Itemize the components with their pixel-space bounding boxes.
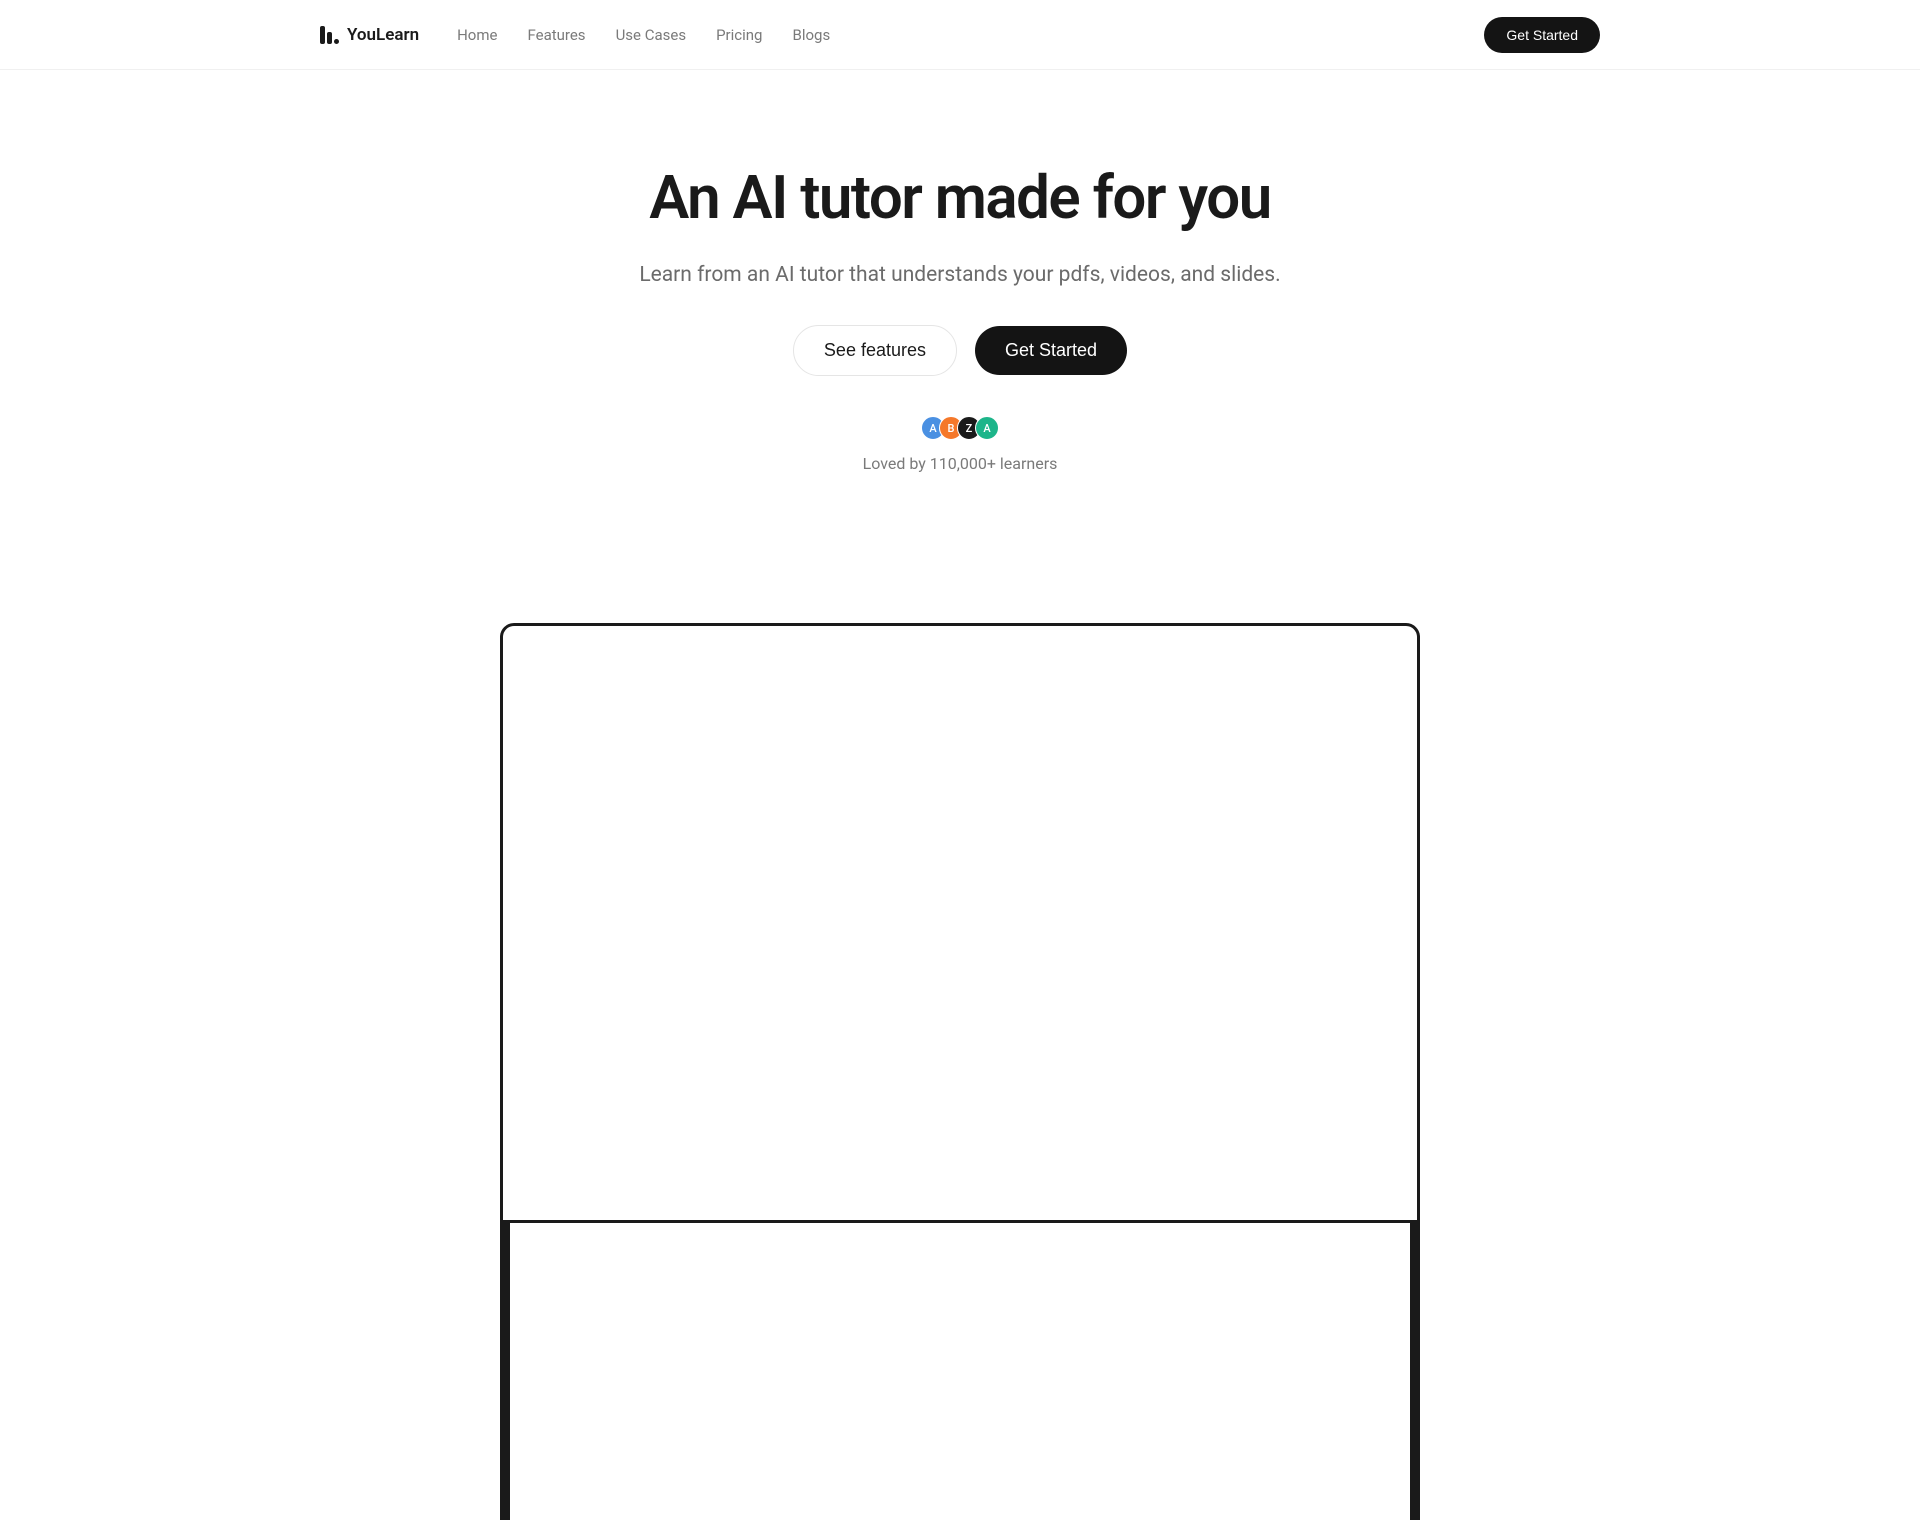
hero: An AI tutor made for you Learn from an A… [0,70,1920,473]
logo-text: YouLearn [347,25,419,45]
navbar: YouLearn Home Features Use Cases Pricing… [0,0,1920,70]
social-proof-text: Loved by 110,000+ learners [863,454,1058,473]
device-frame [500,623,1420,1223]
logo-icon [320,26,339,44]
avatars-group: A B Z A [921,416,999,440]
hero-get-started-button[interactable]: Get Started [975,326,1127,375]
nav-link-home[interactable]: Home [457,26,497,44]
nav-link-features[interactable]: Features [527,26,585,44]
nav-links: Home Features Use Cases Pricing Blogs [457,26,830,44]
nav-link-blogs[interactable]: Blogs [792,26,830,44]
see-features-button[interactable]: See features [793,325,957,376]
hero-subtitle: Learn from an AI tutor that understands … [639,263,1280,287]
logo[interactable]: YouLearn [320,25,419,45]
hero-actions: See features Get Started [793,325,1127,376]
nav-link-pricing[interactable]: Pricing [716,26,762,44]
social-proof: A B Z A Loved by 110,000+ learners [863,416,1058,473]
nav-get-started-button[interactable]: Get Started [1484,17,1600,53]
nav-link-use-cases[interactable]: Use Cases [616,26,687,44]
nav-left: YouLearn Home Features Use Cases Pricing… [320,25,830,45]
hero-title: An AI tutor made for you [649,165,1270,231]
avatar: A [975,416,999,440]
